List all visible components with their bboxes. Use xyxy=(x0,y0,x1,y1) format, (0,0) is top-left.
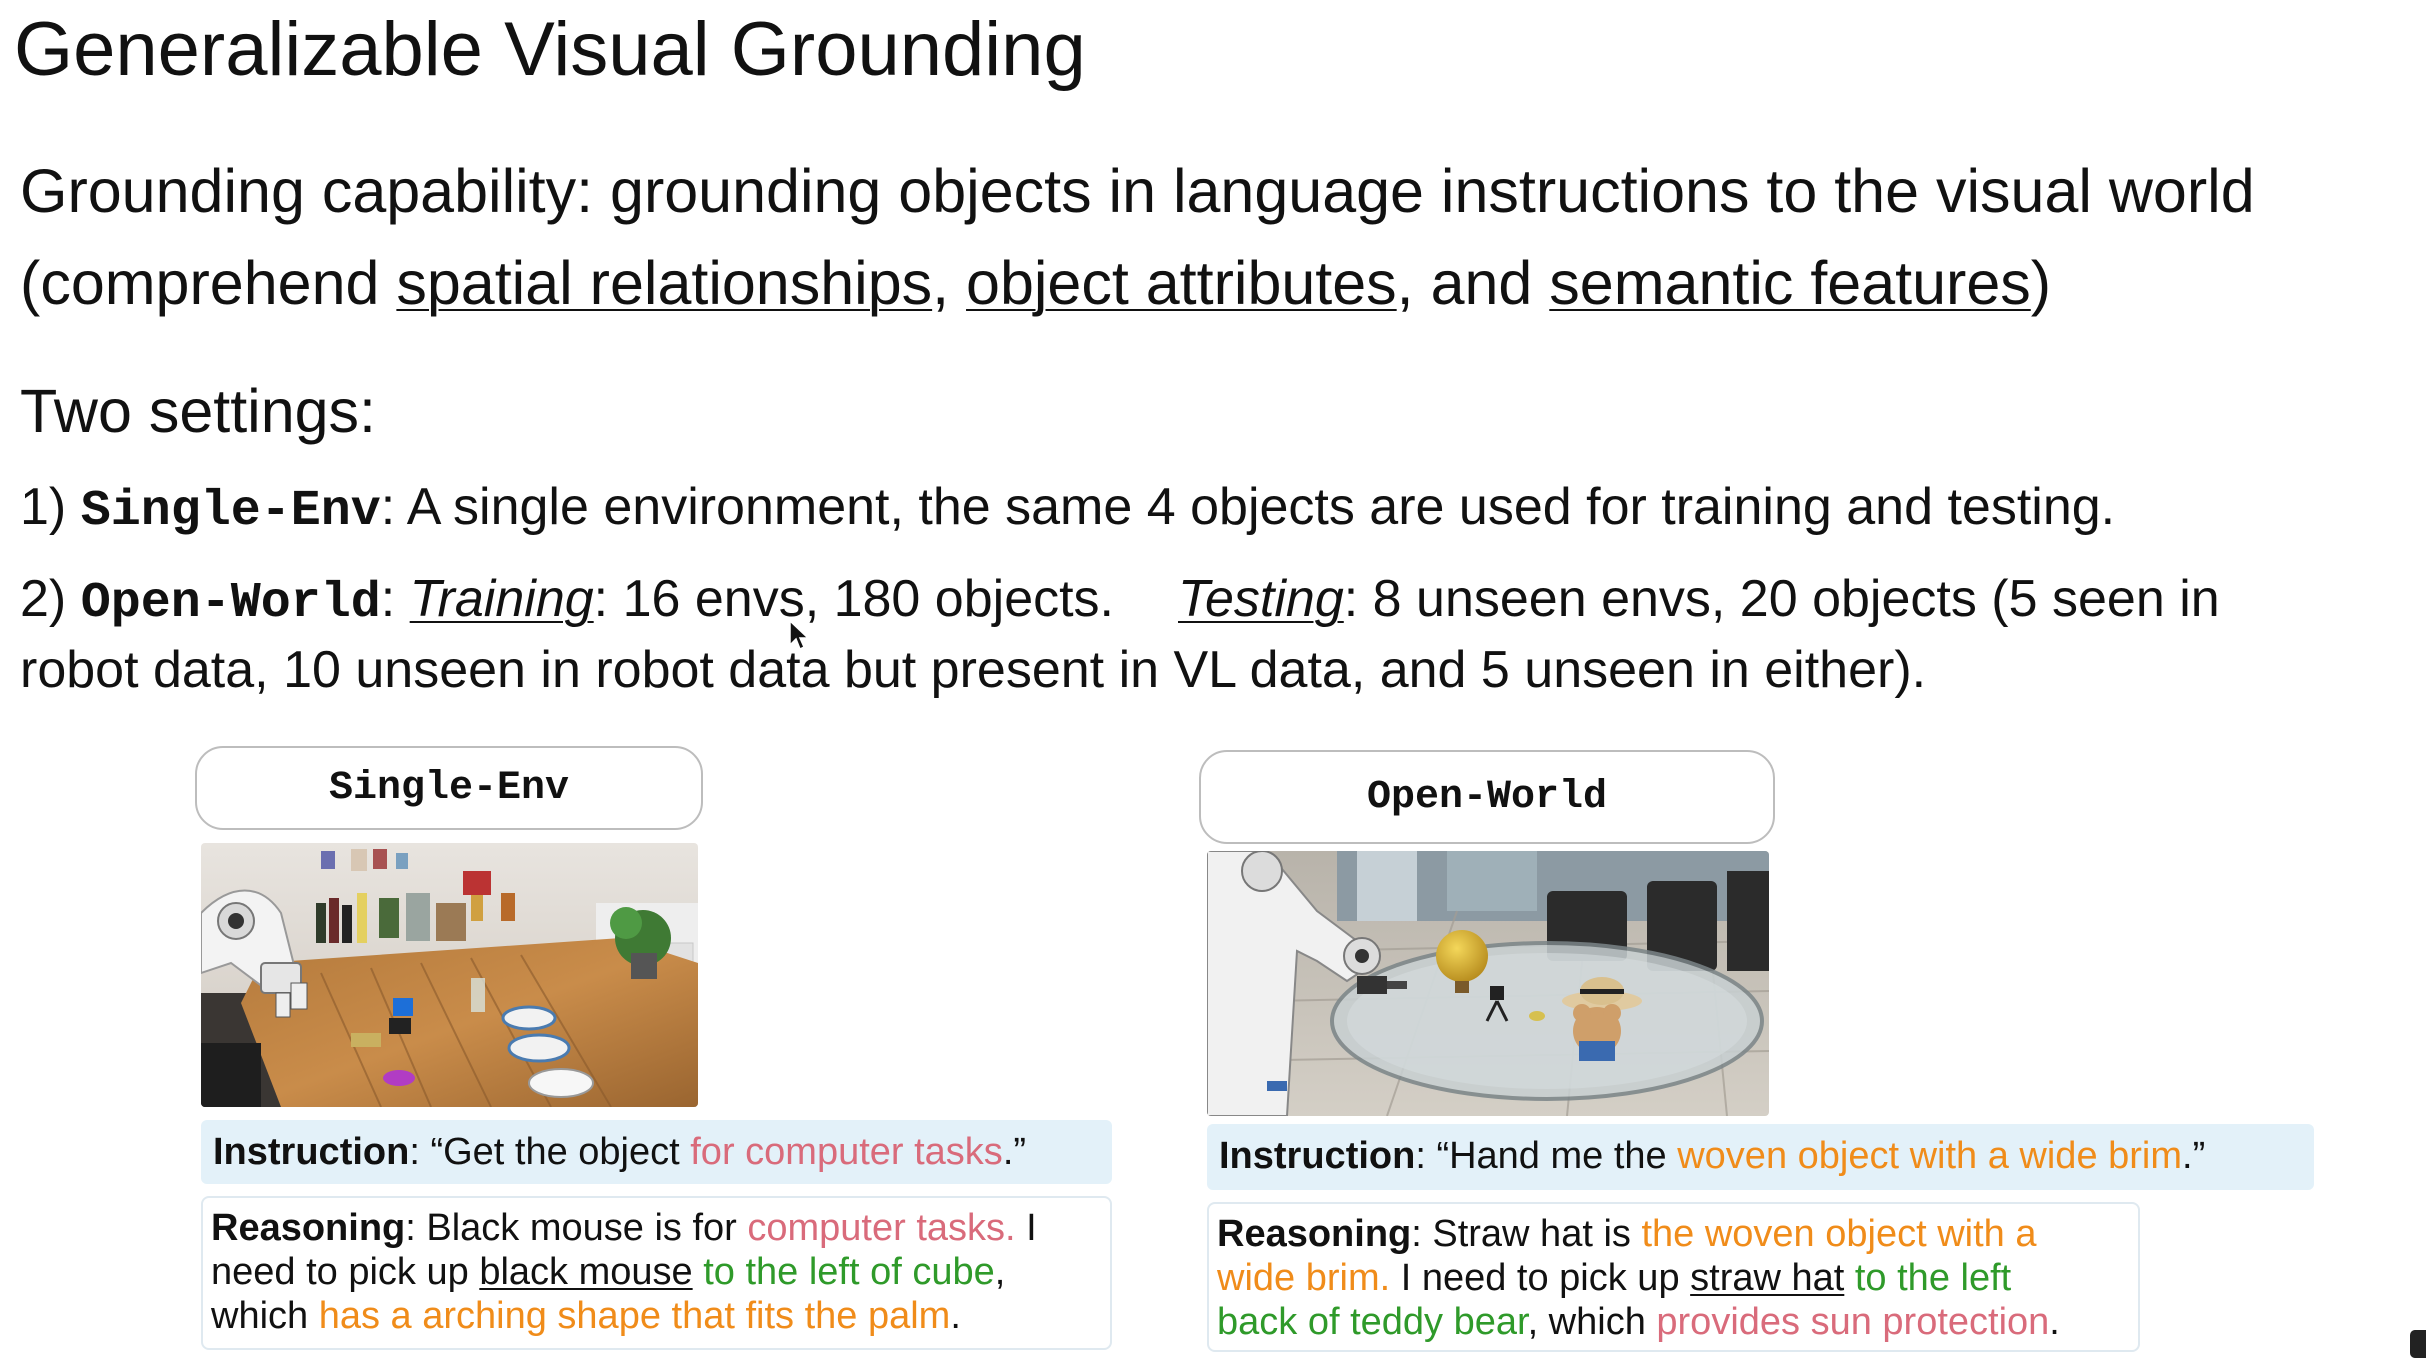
reasoning-label: Reasoning xyxy=(211,1207,406,1249)
separator: , xyxy=(932,249,967,317)
term-object-attributes: object attributes xyxy=(966,249,1397,317)
reasoning-text: : Black mouse is for xyxy=(405,1207,748,1249)
reasoning-semantic-highlight: computer tasks. xyxy=(747,1207,1016,1249)
instruction-attribute-highlight: woven object with a wide brim xyxy=(1677,1135,2183,1177)
grounding-line-1: Grounding capability: grounding objects … xyxy=(20,157,2255,225)
reasoning-spatial-highlight: back of teddy bear xyxy=(1217,1301,1528,1343)
separator: , and xyxy=(1396,249,1550,317)
instruction-label: Instruction xyxy=(213,1131,410,1173)
panel-label-text: Single-Env xyxy=(328,765,570,811)
mouse-cursor-icon xyxy=(789,620,810,651)
reasoning-text: : Straw hat is xyxy=(1411,1213,1642,1255)
training-text: : 16 envs, 180 objects. xyxy=(593,570,1115,628)
reasoning-space xyxy=(693,1251,704,1293)
reasoning-semantic-highlight: provides sun protection xyxy=(1656,1301,2050,1343)
reasoning-text: . xyxy=(2049,1301,2060,1343)
reasoning-attribute-highlight: wide brim. xyxy=(1217,1257,1391,1299)
kitchen-scene-image xyxy=(201,843,698,1107)
grounding-suffix: ) xyxy=(2030,249,2052,317)
setting-number: 2) xyxy=(20,570,81,628)
setting-number: 1) xyxy=(20,478,81,536)
setting-description: : A single environment, the same 4 objec… xyxy=(380,478,2116,536)
corner-control[interactable] xyxy=(2410,1330,2426,1358)
reasoning-spatial-highlight: to the left of cube xyxy=(703,1251,995,1293)
reasoning-attribute-highlight: the woven object with a xyxy=(1641,1213,2037,1255)
reasoning-text: which xyxy=(211,1295,319,1337)
open-world-reasoning: Reasoning: Straw hat is the woven object… xyxy=(1207,1202,2140,1352)
slide-title: Generalizable Visual Grounding xyxy=(14,7,1086,92)
grounding-description: Grounding capability: grounding objects … xyxy=(20,145,2255,329)
term-semantic-features: semantic features xyxy=(1549,249,2031,317)
panel-label-single-env: Single-Env xyxy=(195,746,703,830)
testing-label: Testing xyxy=(1178,570,1344,628)
reasoning-target-object: straw hat xyxy=(1690,1257,1845,1299)
setting-open-world: 2) Open-World: Training: 16 envs, 180 ob… xyxy=(20,566,2220,703)
open-world-instruction: Instruction: “Hand me the woven object w… xyxy=(1207,1124,2314,1190)
grounding-prefix: (comprehend xyxy=(20,249,397,317)
instruction-text: : “Hand me the xyxy=(1415,1135,1678,1177)
reasoning-line-3: back of teddy bear, which provides sun p… xyxy=(1217,1300,2130,1344)
single-env-instruction: Instruction: “Get the object for compute… xyxy=(201,1120,1112,1184)
reasoning-space xyxy=(1844,1257,1855,1299)
reasoning-attribute-highlight: has a arching shape that fits the palm xyxy=(318,1295,951,1337)
term-spatial-relationships: spatial relationships xyxy=(396,249,933,317)
setting-2-line-1: 2) Open-World: Training: 16 envs, 180 ob… xyxy=(20,566,2220,637)
open-world-robot-photo xyxy=(1207,851,1769,1116)
reasoning-line-2: need to pick up black mouse to the left … xyxy=(211,1250,1102,1294)
reasoning-text: , which xyxy=(1527,1301,1657,1343)
reasoning-text: . xyxy=(950,1295,961,1337)
single-env-robot-photo xyxy=(201,843,698,1107)
testing-text: : 8 unseen envs, 20 objects (5 seen in xyxy=(1343,570,2220,628)
instruction-semantic-highlight: for computer tasks xyxy=(690,1131,1003,1173)
reasoning-line-1: Reasoning: Straw hat is the woven object… xyxy=(1217,1212,2130,1256)
instruction-text: : “Get the object xyxy=(409,1131,691,1173)
reasoning-text: need to pick up xyxy=(211,1251,480,1293)
reasoning-label: Reasoning xyxy=(1217,1213,1412,1255)
reasoning-line-1: Reasoning: Black mouse is for computer t… xyxy=(211,1206,1102,1250)
reasoning-text: I need to pick up xyxy=(1390,1257,1691,1299)
instruction-label: Instruction xyxy=(1219,1135,1416,1177)
reasoning-text: , xyxy=(994,1251,1006,1293)
setting-name: Open-World xyxy=(80,575,381,632)
setting-2-line-2: robot data, 10 unseen in robot data but … xyxy=(20,641,1927,699)
reasoning-target-object: black mouse xyxy=(479,1251,693,1293)
panel-label-text: Open-World xyxy=(1366,774,1608,820)
patio-scene-image xyxy=(1207,851,1769,1116)
setting-name: Single-Env xyxy=(80,483,381,540)
colon: : xyxy=(380,570,410,628)
settings-heading: Two settings: xyxy=(20,377,376,445)
reasoning-line-3: which has a arching shape that fits the … xyxy=(211,1294,1102,1338)
instruction-end: .” xyxy=(1002,1131,1027,1173)
instruction-end: .” xyxy=(2182,1135,2206,1177)
panel-label-open-world: Open-World xyxy=(1199,750,1775,844)
single-env-reasoning: Reasoning: Black mouse is for computer t… xyxy=(201,1196,1112,1350)
reasoning-text: I xyxy=(1015,1207,1037,1249)
setting-single-env: 1) Single-Env: A single environment, the… xyxy=(20,472,2115,547)
grounding-line-2: (comprehend spatial relationships, objec… xyxy=(20,237,2255,329)
reasoning-spatial-highlight: to the left xyxy=(1854,1257,2012,1299)
training-label: Training xyxy=(409,570,594,628)
reasoning-line-2: wide brim. I need to pick up straw hat t… xyxy=(1217,1256,2130,1300)
